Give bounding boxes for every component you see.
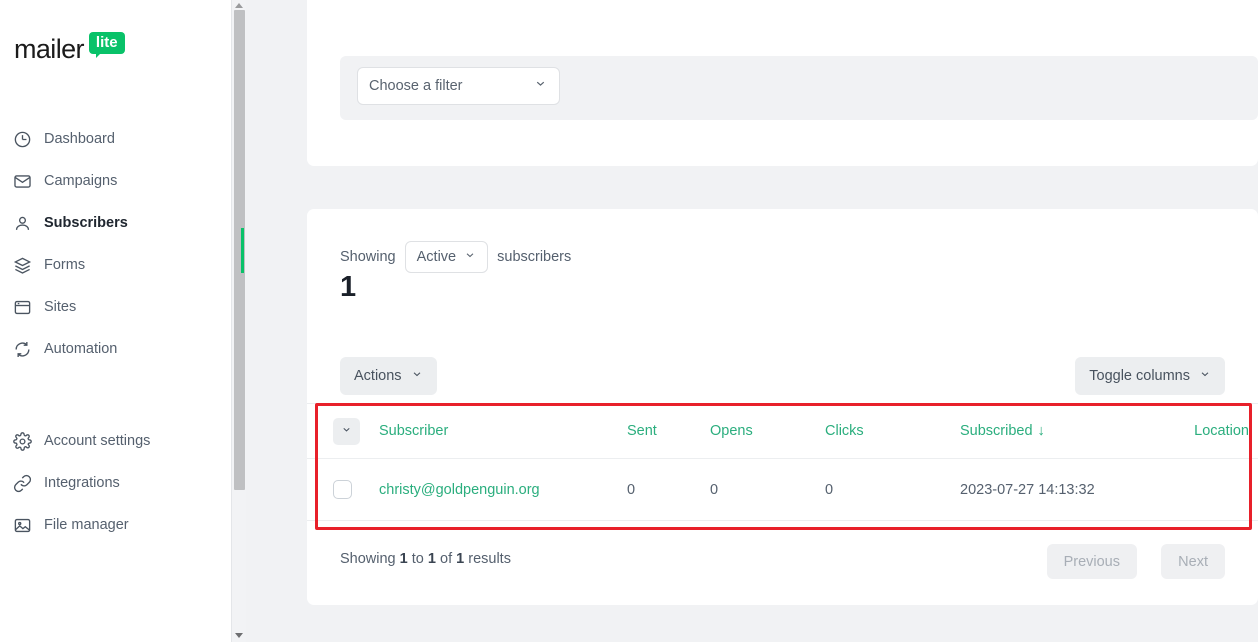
- table-footer: Showing 1 to 1 of 1 results Previous Nex…: [307, 522, 1258, 605]
- sidebar-item-label: Sites: [44, 299, 76, 315]
- filter-panel: Choose a filter: [340, 56, 1258, 120]
- scroll-up-arrow-icon[interactable]: [235, 3, 243, 8]
- actions-button[interactable]: Actions: [340, 357, 437, 395]
- table-toolbar: Actions Toggle columns: [307, 349, 1258, 405]
- sidebar-scrollbar[interactable]: [231, 0, 246, 642]
- cell-opens: 0: [710, 482, 825, 498]
- sidebar-item-label: Dashboard: [44, 131, 115, 147]
- main-content: Choose a filter Showing Active subscribe…: [262, 0, 1258, 642]
- status-filter-value: Active: [417, 249, 457, 265]
- previous-page-button[interactable]: Previous: [1047, 544, 1137, 579]
- results-total: 1: [456, 551, 464, 567]
- sort-descending-arrow-icon: ↓: [1038, 423, 1045, 439]
- sidebar-item-dashboard[interactable]: Dashboard: [0, 118, 246, 160]
- choose-filter-label: Choose a filter: [369, 78, 463, 94]
- toggle-columns-label: Toggle columns: [1089, 368, 1190, 384]
- column-header-subscribed[interactable]: Subscribed ↓: [960, 423, 1188, 439]
- row-checkbox[interactable]: [333, 480, 352, 499]
- chevron-down-icon: [411, 367, 423, 385]
- envelope-icon: [13, 172, 32, 191]
- sidebar-item-label: Campaigns: [44, 173, 117, 189]
- results-from: 1: [400, 551, 408, 567]
- chevron-down-icon: [1199, 367, 1211, 385]
- sidebar-item-label: Automation: [44, 341, 117, 357]
- row-select-cell: [307, 480, 379, 499]
- sidebar: mailer lite Dashboard Campaigns Subscrib…: [0, 0, 246, 642]
- table-row[interactable]: christy@goldpenguin.org 0 0 0 2023-07-27…: [307, 459, 1258, 521]
- cell-subscribed: 2023-07-27 14:13:32: [960, 482, 1188, 498]
- select-all-cell: [307, 418, 379, 445]
- select-all-dropdown[interactable]: [333, 418, 360, 445]
- chevron-down-icon: [534, 77, 547, 95]
- column-header-opens[interactable]: Opens: [710, 423, 825, 439]
- subscriber-count: 1: [340, 271, 356, 304]
- next-page-button[interactable]: Next: [1161, 544, 1225, 579]
- sidebar-nav: Dashboard Campaigns Subscribers Forms Si: [0, 118, 246, 546]
- sidebar-divider-space: [0, 370, 246, 420]
- mailerlite-logo[interactable]: mailer lite: [14, 36, 125, 63]
- sidebar-item-account-settings[interactable]: Account settings: [0, 420, 246, 462]
- subscribers-card: Showing Active subscribers 1 Actions Tog…: [307, 209, 1258, 605]
- results-prefix: Showing: [340, 551, 396, 567]
- logo-wordmark: mailer: [14, 36, 84, 63]
- browser-icon: [13, 298, 32, 317]
- results-suffix: results: [468, 551, 511, 567]
- column-header-sent[interactable]: Sent: [627, 423, 710, 439]
- status-filter-select[interactable]: Active: [405, 241, 489, 273]
- showing-row: Showing Active subscribers: [340, 241, 571, 273]
- sidebar-item-automation[interactable]: Automation: [0, 328, 246, 370]
- gear-icon: [13, 432, 32, 451]
- results-to: 1: [428, 551, 436, 567]
- logo-lite-badge: lite: [89, 32, 125, 54]
- choose-filter-select[interactable]: Choose a filter: [357, 67, 560, 105]
- sidebar-item-file-manager[interactable]: File manager: [0, 504, 246, 546]
- subscribers-label: subscribers: [497, 249, 571, 265]
- sidebar-item-label: Forms: [44, 257, 85, 273]
- user-icon: [13, 214, 32, 233]
- link-icon: [13, 474, 32, 493]
- sidebar-item-label: Integrations: [44, 475, 120, 491]
- cell-clicks: 0: [825, 482, 960, 498]
- toggle-columns-button[interactable]: Toggle columns: [1075, 357, 1225, 395]
- sidebar-item-campaigns[interactable]: Campaigns: [0, 160, 246, 202]
- actions-label: Actions: [354, 368, 402, 384]
- column-header-subscriber[interactable]: Subscriber: [379, 423, 627, 439]
- cell-sent: 0: [627, 482, 710, 498]
- filter-card: Choose a filter: [307, 0, 1258, 166]
- layers-icon: [13, 256, 32, 275]
- cell-subscriber[interactable]: christy@goldpenguin.org: [379, 482, 627, 498]
- table-header-row: Subscriber Sent Opens Clicks Subscribed ↓…: [307, 403, 1258, 459]
- results-summary: Showing 1 to 1 of 1 results: [340, 551, 511, 567]
- column-header-subscribed-label: Subscribed: [960, 423, 1033, 439]
- chevron-down-icon: [464, 248, 476, 266]
- sidebar-item-label: Account settings: [44, 433, 150, 449]
- column-header-location[interactable]: Location: [1188, 423, 1258, 439]
- sidebar-item-sites[interactable]: Sites: [0, 286, 246, 328]
- results-mid: to: [412, 551, 424, 567]
- image-icon: [13, 516, 32, 535]
- column-header-clicks[interactable]: Clicks: [825, 423, 960, 439]
- active-nav-indicator: [241, 228, 244, 273]
- sidebar-item-label: File manager: [44, 517, 129, 533]
- chevron-down-icon: [341, 422, 352, 440]
- sidebar-item-subscribers[interactable]: Subscribers: [0, 202, 246, 244]
- results-of: of: [440, 551, 452, 567]
- showing-label: Showing: [340, 249, 396, 265]
- sidebar-item-integrations[interactable]: Integrations: [0, 462, 246, 504]
- clock-icon: [13, 130, 32, 149]
- scroll-down-arrow-icon[interactable]: [235, 633, 243, 638]
- subscribers-table: Subscriber Sent Opens Clicks Subscribed ↓…: [307, 403, 1258, 521]
- refresh-icon: [13, 340, 32, 359]
- sidebar-item-label: Subscribers: [44, 215, 128, 231]
- sidebar-item-forms[interactable]: Forms: [0, 244, 246, 286]
